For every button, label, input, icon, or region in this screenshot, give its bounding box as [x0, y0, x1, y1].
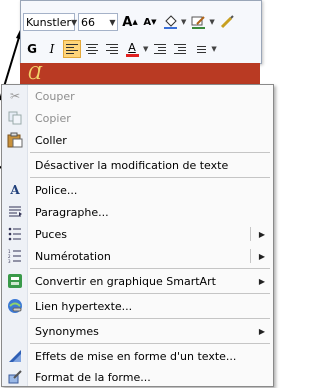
italic-icon: I: [49, 42, 55, 56]
mini-toolbar: Kunstler ▼ 66 ▼ A ▲ A ▼ ▼ ▼ G I A ▼ ▼: [20, 0, 262, 64]
font-color-bar: [125, 53, 139, 57]
submenu-arrow-icon[interactable]: ▶: [259, 252, 265, 261]
text-effects-icon: [2, 345, 28, 367]
bold-icon: G: [27, 42, 37, 56]
align-center-button[interactable]: [83, 40, 101, 58]
decrease-indent-button[interactable]: [151, 40, 169, 58]
grow-font-button[interactable]: A ▲: [121, 13, 139, 31]
hyperlink-icon: [2, 295, 28, 317]
shrink-font-icon: A: [143, 16, 152, 28]
bullets-icon: [2, 223, 28, 245]
chevron-down-icon[interactable]: ▼: [211, 45, 216, 53]
font-name-combo[interactable]: Kunstler ▼: [23, 13, 77, 31]
menu-item-numbering[interactable]: 123 Numérotation ▶: [2, 245, 273, 267]
menu-item-bullets[interactable]: Puces ▶: [2, 223, 273, 245]
paste-icon: [2, 129, 28, 151]
menu-item-label: Lien hypertexte...: [35, 299, 133, 313]
menu-item-label: Effets de mise en forme d'un texte...: [35, 349, 237, 363]
align-right-icon: [106, 44, 118, 54]
menu-item-label: Couper: [35, 89, 75, 103]
submenu-arrow-icon[interactable]: ▶: [259, 277, 265, 286]
menu-item-label: Désactiver la modification de texte: [35, 158, 229, 172]
menu-item-label: Convertir en graphique SmartArt: [35, 274, 216, 288]
chevron-down-icon[interactable]: ▼: [71, 18, 77, 27]
submenu-arrow-icon[interactable]: ▶: [259, 327, 265, 336]
align-right-button[interactable]: [103, 40, 121, 58]
menu-item-label: Numérotation: [35, 249, 111, 263]
numbering-icon: 123: [2, 245, 28, 267]
font-color-button[interactable]: A: [123, 40, 141, 58]
menu-item-label: Synonymes: [35, 324, 99, 338]
font-size-value: 66: [81, 15, 95, 29]
menu-item-copy[interactable]: Copier: [2, 107, 273, 129]
format-shape-icon: [2, 366, 28, 388]
menu-item-text-effects[interactable]: Effets de mise en forme d'un texte...: [2, 345, 273, 367]
svg-text:3: 3: [8, 259, 11, 263]
bullets-icon: [194, 45, 207, 53]
chevron-down-icon[interactable]: ▼: [181, 18, 186, 26]
font-color-icon: A: [128, 40, 136, 54]
font-size-combo[interactable]: 66 ▼: [78, 13, 118, 31]
chevron-down-icon[interactable]: ▼: [209, 18, 214, 26]
menu-separator: [30, 177, 270, 178]
menu-item-font[interactable]: A Police...: [2, 179, 273, 201]
menu-separator: [30, 152, 270, 153]
menu-item-label: Copier: [35, 111, 71, 125]
submenu-arrow-icon[interactable]: ▶: [259, 230, 265, 239]
menu-item-hyperlink[interactable]: Lien hypertexte...: [2, 295, 273, 317]
menu-separator: [30, 318, 270, 319]
align-center-icon: [86, 44, 98, 54]
increase-indent-button[interactable]: [171, 40, 189, 58]
menu-item-cut[interactable]: ✂ Couper: [2, 85, 273, 107]
highlight-button[interactable]: [161, 13, 179, 31]
pen-icon: [191, 16, 206, 29]
menu-item-label: Police...: [35, 183, 78, 197]
smartart-icon: [2, 270, 28, 292]
bold-button[interactable]: G: [23, 40, 41, 58]
brush-icon: [220, 15, 234, 29]
align-left-button[interactable]: [63, 40, 81, 58]
menu-item-label: Coller: [35, 133, 67, 147]
paint-bucket-icon: [164, 15, 177, 29]
split-separator: [250, 227, 251, 241]
menu-item-label: Format de la forme...: [35, 370, 151, 384]
split-separator: [250, 249, 251, 263]
menu-item-smartart[interactable]: Convertir en graphique SmartArt ▶: [2, 270, 273, 292]
increase-indent-icon: [174, 44, 187, 54]
menu-item-label: Puces: [35, 227, 67, 241]
menu-item-label: Paragraphe...: [35, 205, 109, 219]
menu-separator: [30, 343, 270, 344]
menu-item-paragraph[interactable]: Paragraphe...: [2, 201, 273, 223]
font-icon: A: [10, 183, 20, 197]
paragraph-icon: [2, 201, 28, 223]
align-left-icon: [66, 44, 78, 54]
chevron-down-icon[interactable]: ▼: [108, 18, 117, 27]
font-name-value: Kunstler: [26, 15, 71, 29]
format-painter-button[interactable]: [218, 13, 236, 31]
menu-item-synonyms[interactable]: Synonymes ▶: [2, 320, 273, 342]
context-menu: ✂ Couper Copier Coller Désactiver la mod…: [1, 84, 274, 387]
menu-item-format-shape[interactable]: Format de la forme...: [2, 366, 273, 388]
menu-separator: [30, 268, 270, 269]
slide-text: Ɑ: [28, 63, 43, 84]
copy-icon: [2, 107, 28, 129]
shrink-font-button[interactable]: A ▼: [141, 13, 159, 31]
scissors-icon: ✂: [9, 89, 21, 103]
outline-color-button[interactable]: [189, 13, 207, 31]
grow-font-icon: A: [122, 14, 133, 30]
decrease-indent-icon: [154, 44, 167, 54]
menu-separator: [30, 293, 270, 294]
menu-item-disable-text-edit[interactable]: Désactiver la modification de texte: [2, 154, 273, 176]
bullets-button[interactable]: [191, 40, 209, 58]
chevron-down-icon[interactable]: ▼: [143, 45, 148, 53]
menu-item-paste[interactable]: Coller: [2, 129, 273, 151]
italic-button[interactable]: I: [43, 40, 61, 58]
